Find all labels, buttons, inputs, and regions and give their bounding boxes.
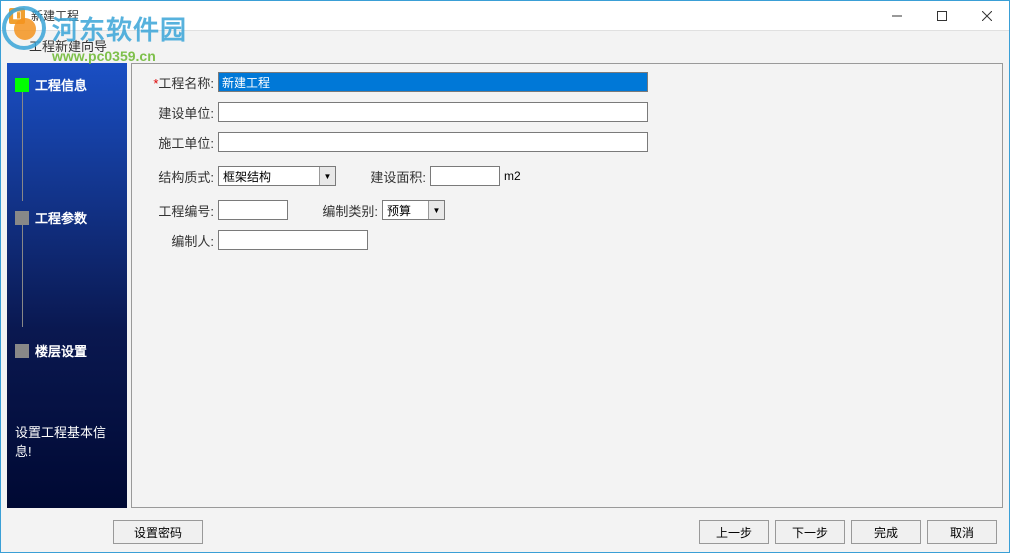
compile-type-label: 编制类别: [308, 201, 378, 220]
step-label: 楼层设置 [35, 341, 87, 360]
compiler-input[interactable] [218, 230, 368, 250]
minimize-button[interactable] [874, 1, 919, 30]
maximize-button[interactable] [919, 1, 964, 30]
build-area-label: 建设面积: [356, 167, 426, 186]
step-marker-icon [15, 211, 29, 225]
step-label: 工程参数 [35, 208, 87, 227]
project-no-input[interactable] [218, 200, 288, 220]
chevron-down-icon: ▼ [319, 167, 335, 185]
step-project-info[interactable]: 工程信息 [7, 71, 127, 98]
step-project-params[interactable]: 工程参数 [7, 204, 127, 231]
next-button[interactable]: 下一步 [775, 520, 845, 544]
construct-unit-label: 施工单位: [144, 133, 214, 152]
set-password-button[interactable]: 设置密码 [113, 520, 203, 544]
compile-type-select[interactable]: 预算 ▼ [382, 200, 445, 220]
step-marker-icon [15, 78, 29, 92]
build-unit-label: 建设单位: [144, 103, 214, 122]
wizard-subtitle: 工程新建向导 [1, 31, 1009, 59]
chevron-down-icon: ▼ [428, 201, 444, 219]
structure-type-select[interactable]: 框架结构 ▼ [218, 166, 336, 186]
cancel-button[interactable]: 取消 [927, 520, 997, 544]
build-area-unit: m2 [504, 169, 521, 183]
compiler-label: 编制人: [144, 231, 214, 250]
build-unit-input[interactable] [218, 102, 648, 122]
project-no-label: 工程编号: [144, 201, 214, 220]
close-button[interactable] [964, 1, 1009, 30]
wizard-sidebar: 工程信息 工程参数 楼层设置 设置工程基本信息! [7, 63, 127, 508]
project-name-label: *工程名称: [144, 73, 214, 92]
finish-button[interactable]: 完成 [851, 520, 921, 544]
step-label: 工程信息 [35, 75, 87, 94]
prev-button[interactable]: 上一步 [699, 520, 769, 544]
sidebar-hint: 设置工程基本信息! [7, 414, 127, 468]
step-marker-icon [15, 344, 29, 358]
project-name-input[interactable] [218, 72, 648, 92]
form-panel: *工程名称: 建设单位: 施工单位: 结构质式: 框架结构 ▼ 建设面积: m2 [131, 63, 1003, 508]
app-icon: ◧ [9, 8, 25, 24]
step-floor-settings[interactable]: 楼层设置 [7, 337, 127, 364]
button-bar: 设置密码 上一步 下一步 完成 取消 [1, 512, 1009, 552]
build-area-input[interactable] [430, 166, 500, 186]
window-title: 新建工程 [31, 7, 79, 24]
construct-unit-input[interactable] [218, 132, 648, 152]
structure-type-label: 结构质式: [144, 167, 214, 186]
titlebar: ◧ 新建工程 [1, 1, 1009, 31]
